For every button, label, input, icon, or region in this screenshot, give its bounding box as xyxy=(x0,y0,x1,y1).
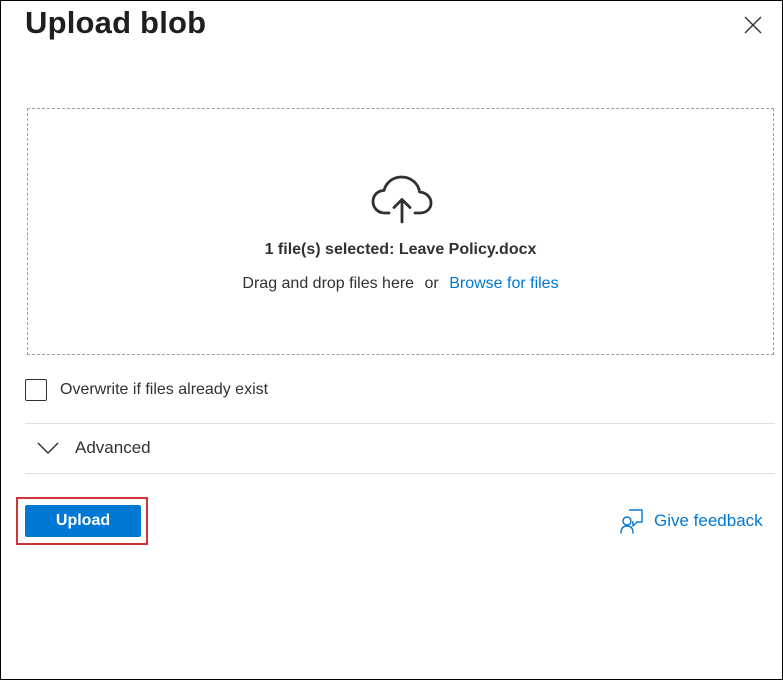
browse-files-link[interactable]: Browse for files xyxy=(449,275,558,292)
advanced-label: Advanced xyxy=(75,438,151,457)
overwrite-label: Overwrite if files already exist xyxy=(60,381,269,398)
overwrite-option[interactable]: Overwrite if files already exist xyxy=(25,379,268,401)
cloud-upload-icon xyxy=(371,175,433,224)
advanced-expander[interactable]: Advanced xyxy=(37,438,151,458)
divider-top xyxy=(25,423,775,424)
close-button[interactable] xyxy=(739,11,767,39)
upload-blob-panel: Upload blob 1 file(s) selected: Leave Po… xyxy=(0,0,783,680)
give-feedback-label: Give feedback xyxy=(654,511,763,530)
or-text: or xyxy=(424,275,439,292)
feedback-icon xyxy=(620,509,643,534)
give-feedback-link[interactable]: Give feedback xyxy=(620,508,763,534)
drag-drop-instructions: Drag and drop files here or Browse for f… xyxy=(28,275,773,293)
chevron-down-icon xyxy=(37,442,59,454)
panel-title: Upload blob xyxy=(25,5,207,40)
upload-button[interactable]: Upload xyxy=(25,505,141,537)
file-drop-zone[interactable]: 1 file(s) selected: Leave Policy.docx Dr… xyxy=(27,108,774,355)
selected-file-text: 1 file(s) selected: Leave Policy.docx xyxy=(264,241,537,258)
close-icon xyxy=(744,16,762,34)
drag-drop-text: Drag and drop files here xyxy=(242,275,415,292)
divider-bottom xyxy=(25,473,775,474)
overwrite-checkbox[interactable] xyxy=(25,379,47,401)
